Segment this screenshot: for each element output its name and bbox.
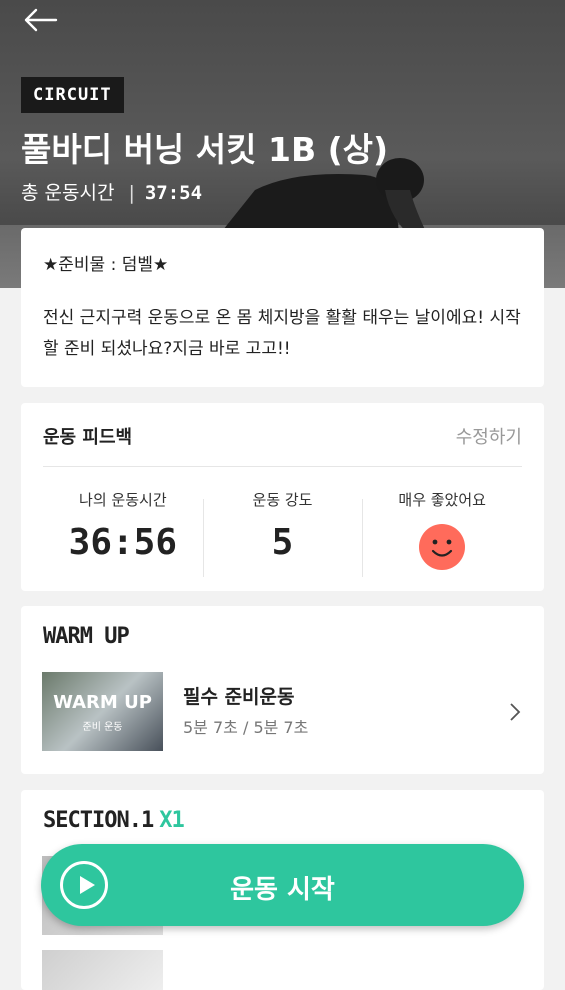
section-heading: SECTION.1 X1 bbox=[43, 808, 185, 833]
stat-satisfaction: 매우 좋았어요 bbox=[362, 489, 522, 579]
feedback-stats: 나의 운동시간 36:56 운동 강도 5 매우 좋았어요 bbox=[43, 489, 522, 579]
feedback-header: 운동 피드백 수정하기 bbox=[43, 403, 522, 467]
stat-label: 나의 운동시간 bbox=[79, 491, 167, 509]
start-workout-label: 운동 시작 bbox=[230, 875, 335, 905]
feedback-title: 운동 피드백 bbox=[43, 427, 133, 448]
exercise-thumbnail[interactable] bbox=[42, 950, 163, 990]
workout-title: 풀바디 버닝 서킷 1B (상) bbox=[21, 130, 389, 169]
total-time-line: 총 운동시간 | 37:54 bbox=[21, 178, 202, 205]
warmup-item-title[interactable]: 필수 준비운동 bbox=[183, 682, 295, 709]
warmup-heading: WARM UP bbox=[43, 624, 130, 649]
stat-label: 운동 강도 bbox=[252, 491, 313, 509]
smiley-icon bbox=[419, 524, 466, 570]
start-workout-button[interactable]: 운동 시작 bbox=[41, 844, 524, 926]
warmup-card: WARM UP WARM UP 준비 운동 필수 준비운동 5분 7초 / 5분… bbox=[21, 606, 544, 774]
equipment-note: ★준비물 : 덤벨★ bbox=[43, 255, 169, 275]
section-title: SECTION.1 bbox=[43, 808, 154, 833]
stat-value: 5 bbox=[271, 522, 294, 563]
back-arrow-icon[interactable] bbox=[22, 4, 62, 36]
stat-label: 매우 좋았어요 bbox=[398, 491, 486, 509]
stat-intensity: 운동 강도 5 bbox=[202, 489, 363, 579]
description-text: 전신 근지구력 운동으로 온 몸 체지방을 활활 태우는 날이에요! 시작 할 … bbox=[43, 308, 521, 359]
chevron-right-icon[interactable] bbox=[508, 702, 522, 722]
edit-feedback-button[interactable]: 수정하기 bbox=[456, 423, 522, 449]
feedback-card: 운동 피드백 수정하기 나의 운동시간 36:56 운동 강도 5 매우 좋았어… bbox=[21, 403, 544, 591]
category-tag: CIRCUIT bbox=[21, 77, 124, 113]
total-time-value: 37:54 bbox=[144, 182, 203, 204]
stat-my-time: 나의 운동시간 36:56 bbox=[43, 489, 203, 579]
section-multiplier: X1 bbox=[159, 808, 184, 833]
separator: | bbox=[128, 182, 135, 204]
thumbnail-subtitle: 준비 운동 bbox=[82, 722, 123, 733]
stat-value: 36:56 bbox=[68, 522, 178, 563]
total-time-label: 총 운동시간 bbox=[21, 182, 115, 204]
warmup-thumbnail[interactable]: WARM UP 준비 운동 bbox=[42, 672, 163, 751]
description-card: ★준비물 : 덤벨★ 전신 근지구력 운동으로 온 몸 체지방을 활활 태우는 … bbox=[21, 228, 544, 387]
thumbnail-title: WARM UP bbox=[53, 692, 152, 713]
warmup-item-duration: 5분 7초 / 5분 7초 bbox=[183, 718, 309, 737]
